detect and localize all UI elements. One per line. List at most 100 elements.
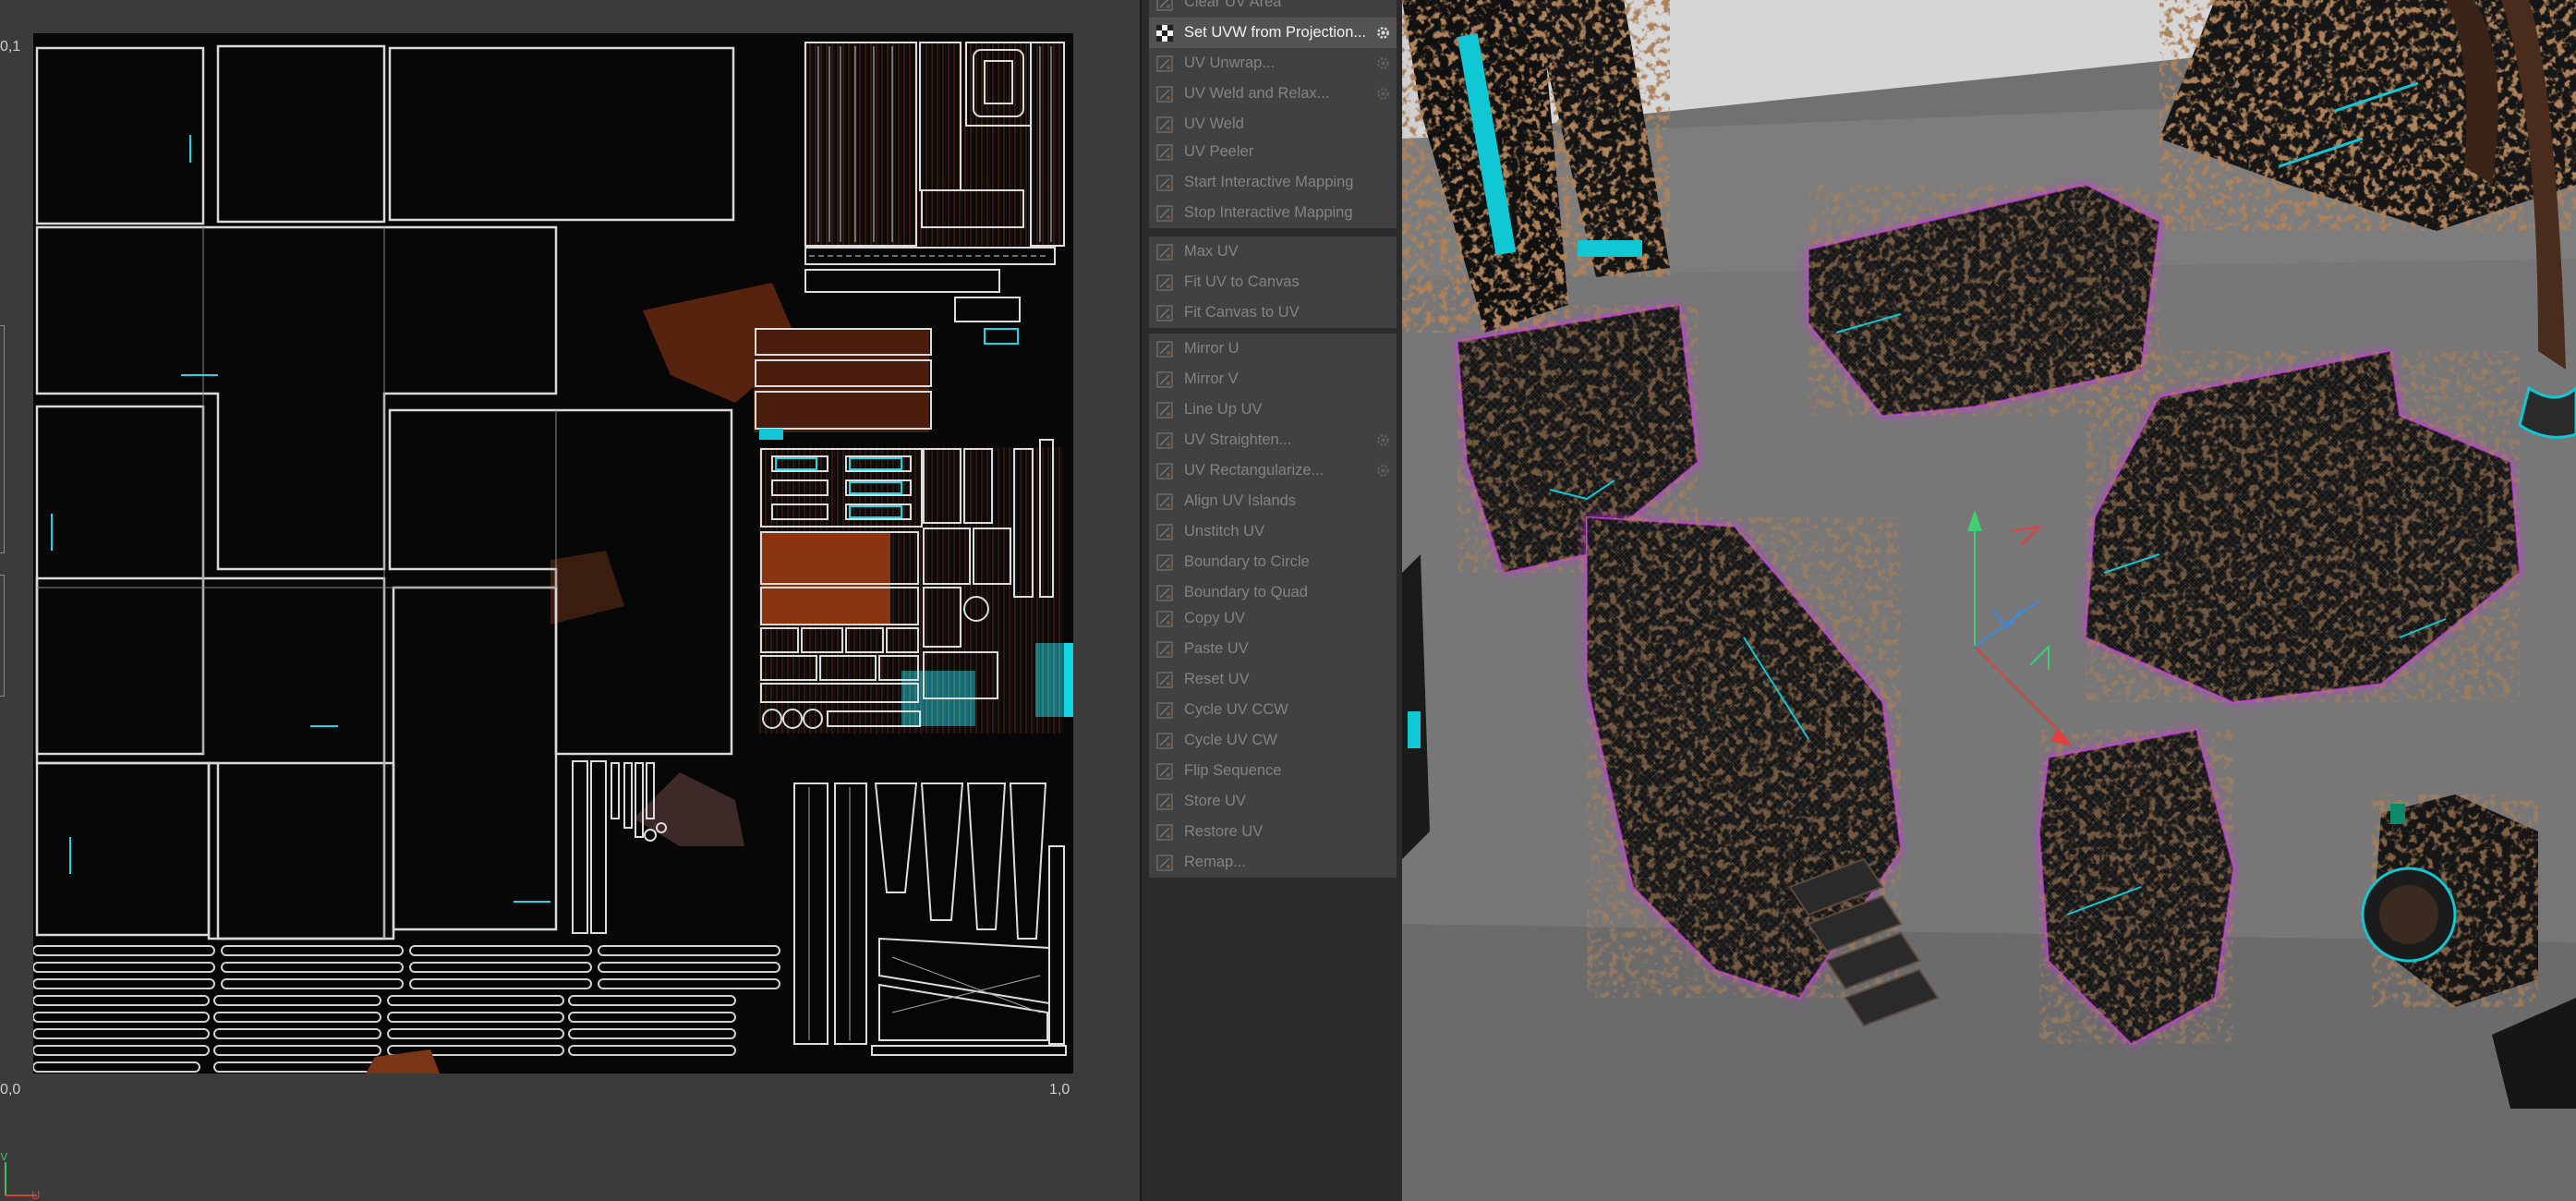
menu-item-label: Start Interactive Mapping [1184,174,1354,190]
line-up-icon [1155,400,1175,420]
fit-canvas-icon [1155,303,1175,323]
menu-item-clear-uv-area[interactable]: Clear UV Area [1149,0,1397,18]
menu-item-label: Max UV [1184,243,1239,260]
rectangularize-icon [1155,461,1175,481]
menu-item-unstitch-uv[interactable]: Unstitch UV [1149,516,1397,547]
menu-item-start-interactive-mapping[interactable]: Start Interactive Mapping [1149,167,1397,198]
menu-item-label: Store UV [1184,793,1246,809]
menu-item-label: Align UV Islands [1184,492,1297,509]
menu-item-cycle-uv-cw[interactable]: Cycle UV CW [1149,725,1397,756]
mirror-v-icon [1155,370,1175,390]
menu-item-uv-weld[interactable]: UV Weld [1149,109,1397,140]
menu-item-label: Stop Interactive Mapping [1184,204,1353,221]
menu-item-label: Flip Sequence [1184,762,1282,779]
menu-item-label: UV Peeler [1184,143,1254,160]
viewport-scene [1402,0,2576,1201]
weld-relax-icon [1155,84,1175,104]
menu-item-align-uv-islands[interactable]: Align UV Islands [1149,486,1397,516]
menu-item-label: Boundary to Circle [1184,553,1310,570]
unstitch-icon [1155,522,1175,542]
uv-coord-bottom-left: 0,0 [0,1082,21,1098]
menu-item-boundary-to-circle[interactable]: Boundary to Circle [1149,547,1397,577]
align-islands-icon [1155,491,1175,512]
settings-gear-icon[interactable] [1375,25,1391,41]
fit-uv-icon [1155,273,1175,293]
menu-item-label: UV Weld and Relax... [1184,85,1330,102]
menu-item-remap[interactable]: Remap... [1149,847,1397,878]
menu-group: Copy UV Paste UV Reset UV Cycle UV CCW Cycle… [1149,603,1397,878]
uv-editor-panel[interactable]: 0,1 0,0 1,0 V U [0,0,1140,1201]
menu-item-mirror-v[interactable]: Mirror V [1149,364,1397,394]
uv-coord-bottom-right: 1,0 [1049,1082,1070,1098]
cycle-cw-icon [1155,731,1175,751]
uv-side-tab-bottom[interactable] [0,575,5,697]
menu-item-uv-weld-and-relax[interactable]: UV Weld and Relax... [1149,79,1397,109]
cycle-ccw-icon [1155,700,1175,721]
menu-item-stop-interactive-mapping[interactable]: Stop Interactive Mapping [1149,198,1397,228]
menu-item-max-uv[interactable]: Max UV [1149,237,1397,267]
menu-group: Clear UV Area Set UVW from Projection... U… [1149,0,1397,140]
settings-gear-icon[interactable] [1375,463,1391,479]
weld-icon [1155,115,1175,135]
menu-item-set-uvw-from-projection[interactable]: Set UVW from Projection... [1149,18,1397,48]
peeler-icon [1155,142,1175,163]
straighten-icon [1155,431,1175,451]
menu-item-label: Cycle UV CCW [1184,701,1288,718]
start-mapping-icon [1155,173,1175,193]
menu-item-uv-unwrap[interactable]: UV Unwrap... [1149,48,1397,79]
menu-item-uv-peeler[interactable]: UV Peeler [1149,137,1397,167]
settings-gear-icon[interactable] [1375,432,1391,448]
store-icon [1155,792,1175,812]
max-uv-icon [1155,242,1175,262]
restore-icon [1155,822,1175,843]
menu-item-label: UV Rectangularize... [1184,462,1324,479]
menu-item-label: Restore UV [1184,823,1264,840]
menu-item-copy-uv[interactable]: Copy UV [1149,603,1397,634]
menu-item-restore-uv[interactable]: Restore UV [1149,817,1397,847]
menu-item-label: UV Weld [1184,115,1244,132]
uv-tools-menu: Clear UV Area Set UVW from Projection... U… [1140,0,1402,1201]
clear-icon [1155,0,1175,13]
menu-group: Mirror U Mirror V Line Up UV UV Straighten.… [1149,334,1397,608]
menu-item-fit-canvas-to-uv[interactable]: Fit Canvas to UV [1149,297,1397,328]
unwrap-icon [1155,54,1175,74]
reset-icon [1155,670,1175,690]
menu-item-mirror-u[interactable]: Mirror U [1149,334,1397,364]
menu-item-fit-uv-to-canvas[interactable]: Fit UV to Canvas [1149,267,1397,297]
uv-side-tab-top[interactable] [0,325,5,553]
menu-item-label: Fit Canvas to UV [1184,304,1300,321]
uv-layout-graphic [33,42,1073,1074]
menu-item-label: Mirror V [1184,370,1239,387]
checker-icon [1155,23,1175,43]
menu-group: Max UV Fit UV to Canvas Fit Canvas to UV [1149,237,1397,328]
uv-canvas[interactable] [33,33,1073,1074]
menu-item-flip-sequence[interactable]: Flip Sequence [1149,756,1397,786]
copy-icon [1155,609,1175,629]
uv-axis-u-label: U [31,1188,40,1201]
uv-axis-gizmo: V U [0,1153,40,1201]
menu-item-store-uv[interactable]: Store UV [1149,786,1397,817]
menu-group: UV Peeler Start Interactive Mapping Stop I… [1149,137,1397,228]
mirror-u-icon [1155,339,1175,359]
menu-item-label: Paste UV [1184,640,1249,657]
menu-item-label: Copy UV [1184,610,1246,626]
3d-viewport[interactable] [1402,0,2576,1201]
menu-item-uv-straighten[interactable]: UV Straighten... [1149,425,1397,455]
boundary-circle-icon [1155,552,1175,573]
menu-item-label: Unstitch UV [1184,523,1265,540]
menu-item-label: Remap... [1184,854,1246,870]
menu-item-label: Fit UV to Canvas [1184,273,1300,290]
settings-gear-icon[interactable] [1375,86,1391,102]
menu-item-label: Boundary to Quad [1184,584,1308,600]
paste-icon [1155,639,1175,660]
menu-item-label: Mirror U [1184,340,1240,357]
menu-item-reset-uv[interactable]: Reset UV [1149,664,1397,695]
menu-item-uv-rectangularize[interactable]: UV Rectangularize... [1149,455,1397,486]
boundary-quad-icon [1155,583,1175,603]
flip-sequence-icon [1155,761,1175,782]
settings-gear-icon[interactable] [1375,55,1391,71]
menu-item-paste-uv[interactable]: Paste UV [1149,634,1397,664]
menu-item-line-up-uv[interactable]: Line Up UV [1149,394,1397,425]
menu-item-label: Clear UV Area [1184,0,1282,10]
menu-item-cycle-uv-ccw[interactable]: Cycle UV CCW [1149,695,1397,725]
